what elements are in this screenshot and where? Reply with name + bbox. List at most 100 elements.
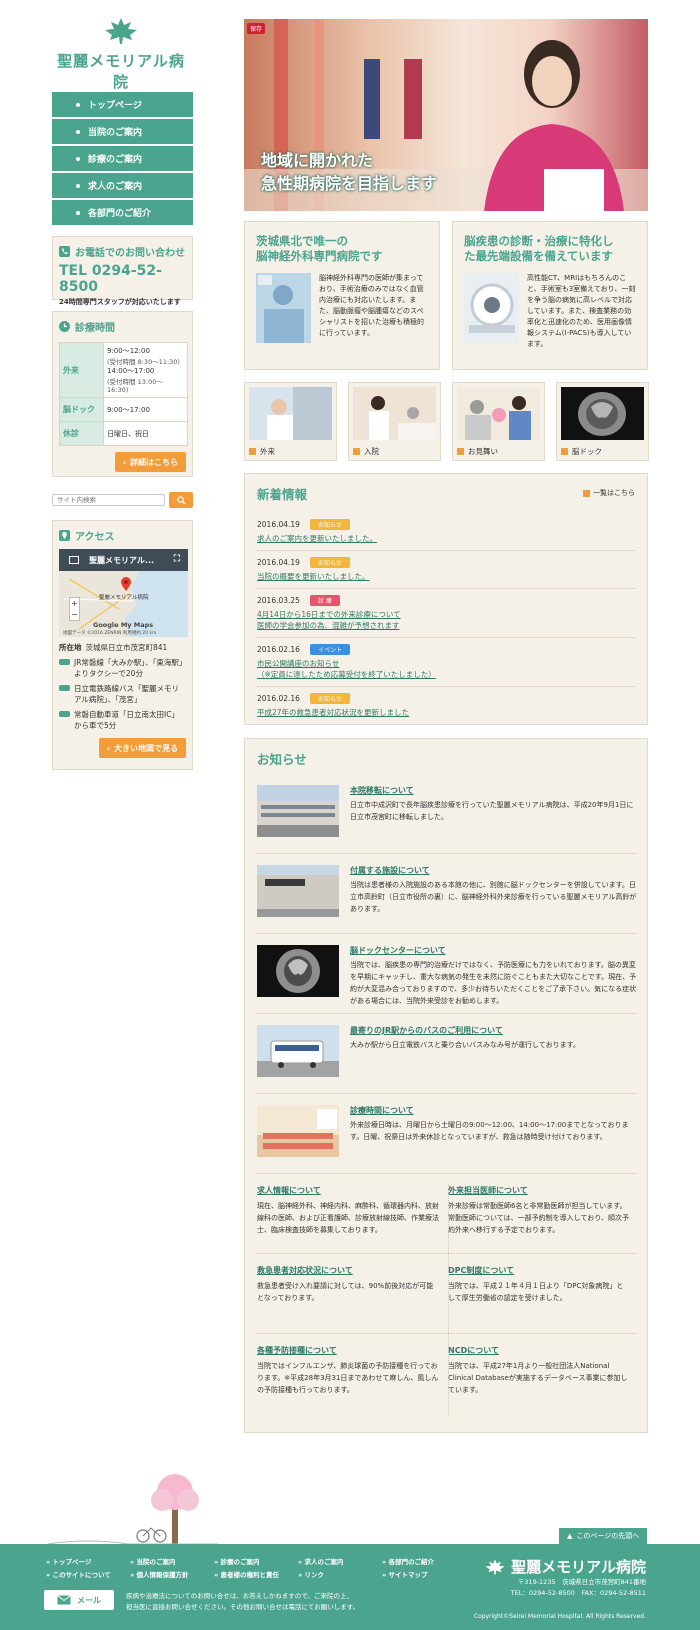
footer-logo[interactable]: 聖麗メモリアル病院 bbox=[485, 1556, 646, 1577]
hospital-building-photo bbox=[257, 785, 339, 837]
hours-detail-button[interactable]: › 詳細はこちら bbox=[114, 452, 186, 472]
footer-link[interactable]: 診療のご案内 bbox=[214, 1556, 298, 1566]
car-icon bbox=[59, 711, 70, 717]
search-icon bbox=[176, 495, 185, 504]
phone-icon bbox=[59, 246, 70, 257]
notice-pair-item: 各種予防接種について 当院ではインフルエンザ、肺炎球菌の予防接種を行っております… bbox=[257, 1346, 439, 1394]
cherry-tree-illustration bbox=[48, 1474, 218, 1546]
visit-photo bbox=[457, 387, 540, 440]
hours-row-outpatient: 外来 9:00〜12:00 (受付時間 8:30〜11:30) 14:00〜17… bbox=[59, 342, 188, 398]
nav-medical[interactable]: 診療のご案内 bbox=[52, 146, 193, 171]
map-zoom-control[interactable]: + − bbox=[69, 597, 80, 621]
footer-link[interactable]: 患者様の権利と責任 bbox=[214, 1569, 298, 1579]
news-link[interactable]: 求人のご案内を更新いたしました。 bbox=[257, 533, 635, 544]
inpatient-photo bbox=[353, 387, 436, 440]
news-item: 2016.03.25 診 療 4月14日から16日までの外来診療について 医師の学会… bbox=[257, 589, 635, 638]
mail-button[interactable]: メール bbox=[44, 1590, 114, 1610]
waiting-room-photo bbox=[257, 1105, 339, 1157]
nav-recruit[interactable]: 求人のご案内 bbox=[52, 173, 193, 198]
back-to-top-button[interactable]: ▲ このページの先頭へ bbox=[559, 1528, 647, 1544]
notice-item: 最寄りのJR駅からのバスのご利用について 大みか駅から日立電鉄バスと乗り合いバス… bbox=[257, 1025, 637, 1081]
thumb-visit[interactable]: お見舞い bbox=[452, 382, 545, 461]
footer-link[interactable]: 求人のご案内 bbox=[298, 1556, 382, 1566]
pin-save-badge[interactable]: 保存 bbox=[247, 23, 266, 34]
site-logo[interactable]: 聖麗メモリアル病院 bbox=[50, 18, 192, 92]
footer-link[interactable]: リンク bbox=[298, 1569, 382, 1579]
notice-link[interactable]: 診療時間について bbox=[350, 1105, 414, 1116]
notice-link[interactable]: NCDについて bbox=[448, 1346, 499, 1355]
notice-title: お知らせ bbox=[257, 752, 307, 767]
notice-link[interactable]: 最寄りのJR駅からのバスのご利用について bbox=[350, 1025, 503, 1036]
footer-link[interactable]: 個人情報保護方針 bbox=[130, 1569, 214, 1579]
notice-item: 付属する施設について 当院は患者様の入院施設のある本館の他に、別館に脳ドックセン… bbox=[257, 865, 637, 921]
search-button[interactable] bbox=[169, 492, 193, 508]
news-link[interactable]: 平成27年の救急患者対応状況を更新しました bbox=[257, 707, 635, 718]
feature-neurosurgery: 茨城県北で唯一の 脳神経外科専門病院です 脳神経外科専門の医師が集まっており、手… bbox=[244, 221, 440, 370]
phone-number[interactable]: TEL 0294-52-8500 bbox=[59, 263, 186, 295]
footer-note: 疾病や治療法についてのお問い合せは、お答えしかねますので、ご来院の上、 担当医に… bbox=[126, 1592, 360, 1611]
footer-link[interactable]: このサイトについて bbox=[46, 1569, 130, 1579]
global-nav: トップページ 当院のご案内 診療のご案内 求人のご案内 各部門のご紹介 bbox=[52, 92, 193, 227]
bus-photo bbox=[257, 1025, 339, 1077]
nav-about[interactable]: 当院のご案内 bbox=[52, 119, 193, 144]
embedded-map[interactable]: 聖麗メモリアル... ⛶ 聖麗メモリアル病院 + − Google My Map… bbox=[59, 549, 188, 637]
thumb-inpatient[interactable]: 入院 bbox=[348, 382, 441, 461]
news-more-link[interactable]: 一覧はこちら bbox=[583, 488, 635, 498]
footer-link[interactable]: 各部門のご紹介 bbox=[382, 1556, 466, 1566]
orange-square-icon bbox=[249, 448, 256, 455]
hours-title: 診療時間 bbox=[75, 323, 115, 334]
notice-link[interactable]: 付属する施設について bbox=[350, 865, 430, 876]
footer-link[interactable]: 当院のご案内 bbox=[130, 1556, 214, 1566]
hero-headline: 地域に開かれた 急性期病院を目指します bbox=[261, 151, 438, 193]
footer-link[interactable]: トップページ bbox=[46, 1556, 130, 1566]
site-name: 聖麗メモリアル病院 bbox=[57, 52, 185, 91]
notice-link[interactable]: 救急患者対応状況について bbox=[257, 1266, 353, 1275]
phone-title: お電話でのお問い合わせ bbox=[75, 248, 185, 259]
notice-pair-item: 外来担当医師について 外来診療は常勤医師6名と非常勤医師が担当しています。常勤医… bbox=[448, 1186, 629, 1234]
nav-departments[interactable]: 各部門のご紹介 bbox=[52, 200, 193, 225]
notice-link[interactable]: 本院移転について bbox=[350, 785, 414, 796]
news-section: 新着情報 一覧はこちら 2016.04.19 お知らせ 求人のご案内を更新いたしま… bbox=[244, 473, 648, 725]
news-title: 新着情報 bbox=[257, 487, 308, 502]
outpatient-photo bbox=[249, 387, 332, 440]
thumb-brain-dock[interactable]: 脳ドック bbox=[556, 382, 649, 461]
map-menu-icon[interactable] bbox=[69, 556, 79, 564]
notice-link[interactable]: 各種予防接種について bbox=[257, 1346, 337, 1355]
notice-link[interactable]: 外来担当医師について bbox=[448, 1186, 528, 1195]
clock-icon bbox=[59, 321, 70, 332]
category-tag: イベント bbox=[309, 644, 350, 655]
large-map-button[interactable]: › 大きい地図で見る bbox=[98, 738, 186, 758]
access-title: アクセス bbox=[75, 532, 115, 543]
map-header: 聖麗メモリアル... ⛶ bbox=[59, 549, 188, 571]
notice-pair-item: 求人情報について 現在、脳神経外科、神経内科、麻酔科、循環器内科、放射線科の医師… bbox=[257, 1186, 439, 1234]
zoom-out-icon[interactable]: − bbox=[70, 609, 79, 620]
news-item: 2016.04.19 お知らせ 求人のご案内を更新いたしました。 bbox=[257, 513, 635, 551]
brain-scan-photo bbox=[561, 387, 644, 440]
bullet-icon bbox=[76, 102, 80, 107]
site-search bbox=[52, 492, 193, 508]
fullscreen-icon[interactable]: ⛶ bbox=[174, 554, 180, 564]
train-icon bbox=[59, 659, 70, 665]
mri-photo bbox=[464, 273, 519, 343]
chevron-up-icon: ▲ bbox=[567, 1532, 573, 1540]
bullet-icon bbox=[76, 210, 80, 215]
phone-box: お電話でのお問い合わせ TEL 0294-52-8500 24時間専門スタッフが… bbox=[52, 236, 193, 306]
notice-link[interactable]: DPC制度について bbox=[448, 1266, 514, 1275]
notice-link[interactable]: 脳ドックセンターについて bbox=[350, 945, 446, 956]
notice-item: 脳ドックセンターについて 当院では、脳疾患の専門的治療だけではなく、予防医療にも… bbox=[257, 945, 637, 1005]
news-item: 2016.04.19 お知らせ 当院の概要を更新いたしました。 bbox=[257, 551, 635, 589]
nav-top[interactable]: トップページ bbox=[52, 92, 193, 117]
map-marker-icon[interactable] bbox=[121, 577, 131, 591]
category-tag: お知らせ bbox=[309, 693, 350, 704]
zoom-in-icon[interactable]: + bbox=[70, 598, 79, 609]
footer-link[interactable]: サイトマップ bbox=[382, 1569, 466, 1579]
search-input[interactable] bbox=[52, 494, 165, 506]
news-link[interactable]: 4月14日から16日までの外来診療について 医師の学会参加の為、混雑が予想されます bbox=[257, 609, 635, 631]
chevron-right-icon: › bbox=[106, 743, 110, 753]
phone-note: 24時間専門スタッフが対応いたします bbox=[59, 298, 181, 306]
bullet-icon bbox=[76, 183, 80, 188]
notice-link[interactable]: 求人情報について bbox=[257, 1186, 321, 1195]
news-link[interactable]: 市民公開講座のお知らせ （※定員に達したため応募受付を終了いたしました） bbox=[257, 658, 635, 680]
news-link[interactable]: 当院の概要を更新いたしました。 bbox=[257, 571, 635, 582]
thumb-outpatient[interactable]: 外来 bbox=[244, 382, 337, 461]
